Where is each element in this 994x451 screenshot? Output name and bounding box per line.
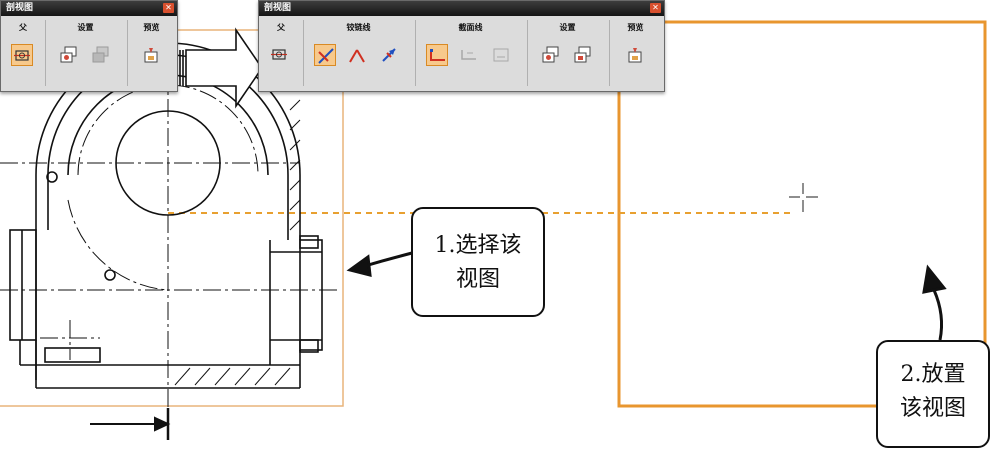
- section-view-toolbar-left: 剖视图 ✕ 父 设置 预览: [0, 0, 178, 92]
- section-line-button[interactable]: [426, 44, 448, 66]
- style-view-icon: [92, 46, 109, 63]
- group-settings: 设置: [45, 20, 125, 86]
- section-view-toolbar-right: 剖视图 ✕ 父 铰链线 截面线 设置 预览: [258, 0, 665, 92]
- auto-hinge-icon: [318, 48, 334, 64]
- placement-cursor-icon: [789, 183, 818, 212]
- group-preview: 预览: [609, 20, 661, 86]
- group-parent: 父: [261, 20, 301, 86]
- style-button[interactable]: [572, 44, 594, 66]
- move-segment-icon: [493, 48, 509, 62]
- callout-select-view: 1.选择该 视图: [411, 207, 545, 317]
- flow-arrow-icon: [185, 27, 263, 109]
- define-hinge-icon: [349, 49, 365, 63]
- parent-view-icon: [271, 49, 287, 60]
- group-parent: 父: [3, 20, 43, 86]
- style-view-icon: [574, 46, 591, 63]
- group-hinge-line: 铰链线: [303, 20, 413, 86]
- move-segment-button-disabled: [490, 44, 512, 66]
- group-preview: 预览: [127, 20, 175, 86]
- define-hinge-button[interactable]: [346, 44, 368, 66]
- callout-pointer-place: [922, 264, 947, 341]
- settings-button[interactable]: [540, 44, 562, 66]
- gear-housing-drawing: [9, 42, 323, 389]
- section-hatching: [174, 99, 301, 386]
- toolbar-title: 剖视图: [259, 1, 664, 16]
- settings-view-icon: [542, 46, 559, 63]
- add-segment-icon: [461, 50, 476, 60]
- group-section-line: 截面线: [415, 20, 525, 86]
- close-icon[interactable]: ✕: [650, 3, 661, 13]
- add-segment-button-disabled: [458, 44, 480, 66]
- settings-button[interactable]: [58, 44, 80, 66]
- callout-pointer-select: [346, 251, 413, 277]
- close-icon[interactable]: ✕: [163, 3, 174, 13]
- group-settings: 设置: [527, 20, 607, 86]
- auto-hinge-button[interactable]: [314, 44, 336, 66]
- toolbar-title: 剖视图: [1, 1, 177, 16]
- section-line-icon: [430, 49, 445, 61]
- preview-button[interactable]: [624, 44, 646, 66]
- callout-place-view: 2.放置 该视图: [876, 340, 990, 448]
- style-button-disabled: [90, 44, 112, 66]
- preview-button[interactable]: [140, 44, 162, 66]
- select-parent-view-button[interactable]: [11, 44, 33, 66]
- reverse-direction-icon: [382, 48, 396, 62]
- parent-view-icon: [14, 50, 30, 61]
- reverse-hinge-button[interactable]: [378, 44, 400, 66]
- preview-icon: [628, 48, 642, 63]
- select-parent-view-button[interactable]: [269, 44, 291, 66]
- preview-icon: [144, 48, 158, 63]
- section-line-arrow: [90, 408, 171, 440]
- settings-view-icon: [60, 46, 77, 63]
